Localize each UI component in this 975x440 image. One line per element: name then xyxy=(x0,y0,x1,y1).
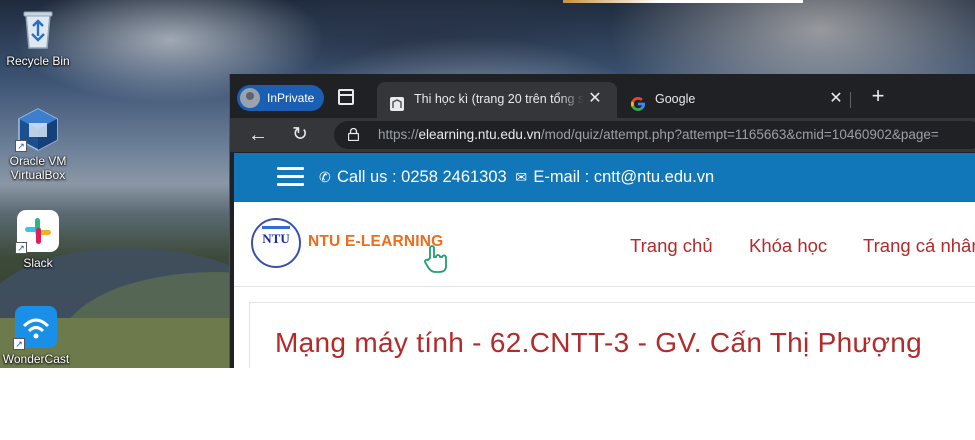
nav-link-profile[interactable]: Trang cá nhân xyxy=(863,235,975,257)
tab-separator xyxy=(850,92,851,108)
close-tab-icon[interactable]: ✕ xyxy=(587,82,603,116)
ntu-logo-icon[interactable]: NTU xyxy=(251,218,301,268)
tab-title: Thi học kì (trang 20 trên tổng số xyxy=(414,92,584,106)
shortcut-arrow-icon: ↗ xyxy=(15,140,27,152)
url-prefix: https:// xyxy=(378,127,419,142)
browser-window: InPrivate Thi học kì (trang 20 trên tổng… xyxy=(229,74,975,368)
google-favicon-icon xyxy=(630,91,646,111)
web-page: ✆ Call us : 0258 2461303 ✉ E-mail : cntt@n… xyxy=(234,153,975,368)
tab-google[interactable]: Google ✕ xyxy=(618,82,858,118)
desktop-icon-recycle-bin[interactable]: Recycle Bin xyxy=(0,6,76,68)
url-path: /mod/quiz/attempt.php?attempt=1165663&cm… xyxy=(540,127,939,142)
reload-icon[interactable]: ↻ xyxy=(288,123,312,147)
inprivate-profile-button[interactable]: InPrivate xyxy=(237,85,325,111)
site-navbar: NTU NTU E-LEARNING Trang chủ Khóa học Tr… xyxy=(234,202,975,287)
slack-icon: ↗ xyxy=(15,208,61,254)
email-text: E-mail : cntt@ntu.edu.vn xyxy=(533,168,715,186)
recycle-bin-icon xyxy=(15,6,61,52)
tab-strip: InPrivate Thi học kì (trang 20 trên tổng… xyxy=(230,74,975,118)
inprivate-label: InPrivate xyxy=(267,91,315,105)
url-text: https://elearning.ntu.edu.vn/mod/quiz/at… xyxy=(378,121,939,149)
browser-toolbar: ← ↻ https://elearning.ntu.edu.vn/mod/qui… xyxy=(230,118,975,152)
phone-icon: ✆ xyxy=(319,169,331,185)
contact-topbar: ✆ Call us : 0258 2461303 ✉ E-mail : cntt@n… xyxy=(234,153,975,202)
contact-info: ✆ Call us : 0258 2461303 ✉ E-mail : cntt@n… xyxy=(319,153,714,202)
desktop-icon-label: Oracle VM VirtualBox xyxy=(9,154,67,182)
shortcut-arrow-icon: ↗ xyxy=(15,242,27,254)
desktop-icon-wondercast[interactable]: ↗ WonderCast xyxy=(0,304,74,366)
hamburger-menu-icon[interactable] xyxy=(277,167,304,187)
profile-avatar-icon xyxy=(240,88,260,108)
url-host: elearning.ntu.edu.vn xyxy=(418,127,541,142)
wallpaper-highlight xyxy=(563,0,803,3)
pointing-hand-icon xyxy=(422,244,450,274)
tab-quiz[interactable]: Thi học kì (trang 20 trên tổng số ✕ xyxy=(377,82,617,118)
desktop-icon-label: Recycle Bin xyxy=(6,54,70,68)
virtualbox-icon: ↗ xyxy=(15,106,61,152)
tab-title: Google xyxy=(655,92,696,106)
new-tab-button[interactable]: + xyxy=(868,85,888,107)
course-title: Mạng máy tính - 62.CNTT-3 - GV. Cấn Thị … xyxy=(275,327,922,358)
back-arrow-icon[interactable]: ← xyxy=(246,123,270,147)
call-us-text: Call us : 0258 2461303 xyxy=(337,168,507,186)
lock-icon xyxy=(347,127,360,142)
wondercast-icon: ↗ xyxy=(13,304,59,350)
desktop-icon-virtualbox[interactable]: ↗ Oracle VM VirtualBox xyxy=(0,106,76,182)
desktop-icon-label: Slack xyxy=(23,256,53,270)
nav-link-courses[interactable]: Khóa học xyxy=(749,235,827,257)
course-header-card: Mạng máy tính - 62.CNTT-3 - GV. Cấn Thị … xyxy=(249,302,975,368)
desktop-icon-slack[interactable]: ↗ Slack xyxy=(0,208,76,270)
shortcut-arrow-icon: ↗ xyxy=(13,338,25,350)
address-bar[interactable]: https://elearning.ntu.edu.vn/mod/quiz/at… xyxy=(334,121,975,149)
nav-link-home[interactable]: Trang chủ xyxy=(630,235,713,257)
moodle-favicon-icon xyxy=(389,91,405,111)
tab-actions-icon[interactable] xyxy=(338,89,354,105)
close-tab-icon[interactable]: ✕ xyxy=(828,82,844,116)
desktop-icon-label: WonderCast xyxy=(2,352,70,366)
desktop-wallpaper: Recycle Bin ↗ Oracle VM VirtualBox ↗ Sla… xyxy=(0,0,975,368)
logo-badge-text: NTU xyxy=(262,231,290,246)
envelope-icon: ✉ xyxy=(515,169,528,185)
